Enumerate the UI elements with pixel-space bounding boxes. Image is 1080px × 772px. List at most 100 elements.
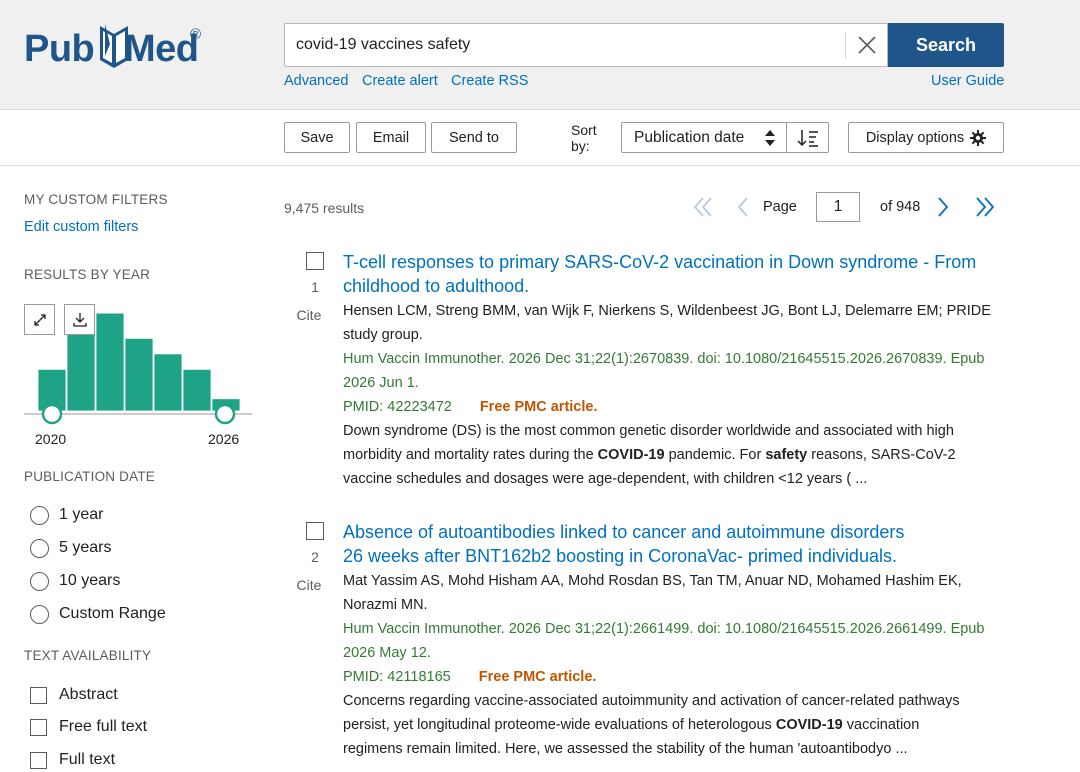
send-to-button[interactable]: Send to (431, 122, 517, 153)
snippet-line: morbidity and mortality rates during the… (343, 443, 1003, 467)
result-2-cite-button[interactable]: Cite (284, 577, 334, 593)
result-1-cite-button[interactable]: Cite (284, 307, 334, 323)
page-total: of 948 (880, 199, 921, 215)
last-page-icon[interactable] (974, 192, 996, 222)
text-availability-heading: TEXT AVAILABILITY (24, 648, 152, 663)
sort-descending-icon (796, 129, 818, 147)
custom-filters-heading: MY CUSTOM FILTERS (24, 192, 168, 207)
sort-order-button[interactable] (786, 122, 829, 153)
authors-line: study group. (343, 327, 423, 343)
result-2-citation: Hum Vaccin Immunother. 2026 Dec 31;22(1)… (343, 617, 1003, 665)
download-chart-button[interactable] (64, 304, 95, 335)
publication-date-heading: PUBLICATION DATE (24, 469, 155, 484)
year-bar-2025[interactable] (182, 368, 212, 412)
title-line: T-cell responses to primary SARS-CoV-2 v… (343, 252, 977, 272)
edit-custom-filters-link[interactable]: Edit custom filters (24, 219, 138, 235)
result-1-pmid-row: PMID: 42223472 Free PMC article. (343, 395, 1003, 419)
pubmed-logo[interactable]: Pub Med ® (24, 18, 209, 80)
year-range-end: 2026 (208, 431, 240, 447)
select-arrows-icon (765, 130, 775, 146)
advanced-link[interactable]: Advanced (284, 73, 349, 89)
results-by-year-heading: RESULTS BY YEAR (24, 267, 151, 282)
snippet-line: vaccine schedules and dosages were age-d… (343, 471, 868, 487)
expand-icon (33, 313, 46, 326)
checkbox[interactable] (30, 686, 47, 704)
filter-full-text[interactable]: Full text (30, 749, 115, 771)
filter-label: Full text (59, 751, 116, 768)
authors-line: Norazmi MN. (343, 597, 428, 613)
gear-icon (970, 129, 987, 146)
citation-line: Hum Vaccin Immunother. 2026 Dec 31;22(1)… (343, 621, 985, 637)
free-pmc-badge: Free PMC article. (478, 669, 597, 685)
date-option-1-year[interactable]: 1 year (30, 504, 103, 526)
logo-pub-text: Pub (24, 28, 95, 70)
result-2-title[interactable]: Absence of autoantibodies linked to canc… (343, 520, 1003, 568)
result-2-pmid: PMID: 42118165 (343, 669, 451, 685)
date-option-10-years[interactable]: 10 years (30, 570, 120, 592)
expand-chart-button[interactable] (24, 304, 55, 335)
year-bar-2021[interactable] (66, 331, 96, 412)
range-start-handle[interactable] (41, 403, 63, 425)
year-bar-2024[interactable] (153, 353, 183, 412)
next-page-icon[interactable] (934, 192, 952, 222)
snippet-highlight: COVID-19 (597, 447, 665, 463)
create-rss-link[interactable]: Create RSS (451, 73, 528, 89)
filter-free-full-text[interactable]: Free full text (30, 716, 147, 738)
checkbox[interactable] (30, 751, 47, 769)
year-bar-2022[interactable] (95, 312, 125, 412)
first-page-icon[interactable] (692, 192, 714, 222)
results-count: 9,475 results (284, 200, 365, 216)
results-by-year-chart[interactable] (24, 300, 256, 428)
snippet-text: morbidity and mortality rates during the (343, 447, 598, 463)
previous-page-icon[interactable] (734, 192, 752, 222)
sort-label-line1: Sort (571, 122, 597, 138)
snippet-highlight: safety (765, 447, 808, 463)
date-option-5-years[interactable]: 5 years (30, 537, 111, 559)
date-option-custom-range[interactable]: Custom Range (30, 603, 166, 625)
registered-mark: ® (190, 26, 202, 43)
result-2-snippet: Concerns regarding vaccine-associated au… (343, 689, 1003, 761)
title-line: childhood to adulthood. (343, 276, 530, 296)
snippet-line: persist, yet longitudinal proteome-wide … (343, 713, 1003, 737)
search-divider (845, 32, 846, 58)
result-1-number: 1 (311, 279, 319, 295)
range-end-handle[interactable] (214, 403, 236, 425)
snippet-text: persist, yet longitudinal proteome-wide … (343, 717, 776, 733)
email-button[interactable]: Email (356, 122, 426, 153)
user-guide-link[interactable]: User Guide (931, 73, 1004, 89)
title-line: 26 weeks after BNT162b2 boosting in Coro… (343, 546, 897, 566)
search-button[interactable]: Search (888, 23, 1004, 67)
save-button[interactable]: Save (284, 122, 350, 153)
radio-button[interactable] (30, 571, 49, 591)
result-1-pmid: PMID: 42223472 (343, 399, 452, 415)
display-options-button[interactable]: Display options (848, 122, 1004, 153)
result-2-checkbox[interactable] (306, 522, 324, 540)
page-number-input[interactable] (816, 192, 860, 222)
title-line: Absence of autoantibodies linked to canc… (343, 522, 905, 542)
date-option-label: 5 years (59, 539, 112, 556)
create-alert-link[interactable]: Create alert (362, 73, 438, 89)
citation-line: Hum Vaccin Immunother. 2026 Dec 31;22(1)… (343, 351, 985, 367)
sort-select[interactable]: Publication date (621, 122, 787, 153)
radio-button[interactable] (30, 505, 49, 525)
download-icon (72, 312, 87, 327)
snippet-text: vaccination (842, 717, 920, 733)
filter-label: Free full text (59, 718, 148, 735)
radio-button[interactable] (30, 604, 49, 624)
year-bar-2023[interactable] (124, 337, 154, 412)
date-option-label: 10 years (59, 572, 121, 589)
checkbox[interactable] (30, 718, 47, 736)
radio-button[interactable] (30, 538, 49, 558)
snippet-text: pandemic. For (664, 447, 766, 463)
result-1-title[interactable]: T-cell responses to primary SARS-CoV-2 v… (343, 250, 1003, 298)
snippet-line: regimens remain limited. Here, we assess… (343, 741, 908, 757)
filter-abstract[interactable]: Abstract (30, 684, 118, 706)
year-range-start: 2020 (35, 431, 67, 447)
display-options-label: Display options (865, 129, 965, 146)
clear-search-button[interactable] (847, 24, 887, 66)
search-input[interactable] (285, 24, 845, 66)
result-1-checkbox[interactable] (306, 252, 324, 270)
snippet-line: Concerns regarding vaccine-associated au… (343, 693, 960, 709)
authors-line: Mat Yassim AS, Mohd Hisham AA, Mohd Rosd… (343, 573, 962, 589)
result-2-authors: Mat Yassim AS, Mohd Hisham AA, Mohd Rosd… (343, 569, 1003, 617)
